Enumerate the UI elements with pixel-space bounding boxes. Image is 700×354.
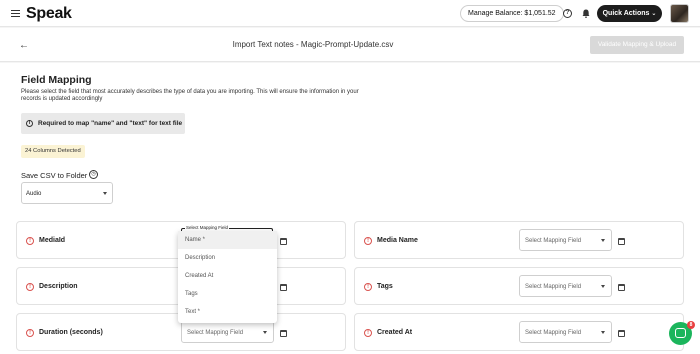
section-description: Please select the field that most accura… [21, 89, 359, 102]
field-name: MediaId [39, 237, 66, 244]
folder-select[interactable]: Audio [21, 182, 113, 204]
app-logo[interactable]: Speak [26, 5, 72, 23]
chat-unread-badge: 8 [687, 321, 695, 329]
menu-icon[interactable] [11, 10, 20, 18]
warning-icon: ! [364, 329, 372, 337]
mapping-select[interactable]: Select Mapping Field [519, 321, 612, 343]
manage-balance-button[interactable]: Manage Balance: $1,051.52 [460, 5, 564, 22]
field-row-created-at: ! Created At Select Mapping Field [354, 313, 684, 351]
chat-icon [675, 328, 686, 338]
mapping-select[interactable]: Select Mapping Field [519, 275, 612, 297]
dropdown-option[interactable]: Tags [178, 285, 277, 303]
import-header: ← Import Text notes - Magic-Prompt-Updat… [0, 28, 700, 62]
field-name: Description [39, 283, 78, 290]
validate-upload-button[interactable]: Validate Mapping & Upload [590, 36, 684, 54]
mapping-select[interactable]: Select Mapping Field [519, 229, 612, 251]
warning-icon: ! [26, 283, 34, 291]
caret-down-icon [601, 285, 605, 288]
active-select-label: Select Mapping Field [185, 225, 230, 230]
clock-icon[interactable]: ◷ [89, 170, 98, 179]
mapping-select-value: Select Mapping Field [525, 284, 582, 290]
mapping-select-value: Select Mapping Field [525, 238, 582, 244]
field-name: Duration (seconds) [39, 329, 103, 336]
dropdown-option[interactable]: Created At [178, 267, 277, 285]
warning-icon: ! [364, 237, 372, 245]
quick-actions-label: Quick Actions [602, 10, 650, 17]
notice-text: Required to map "name" and "text" for te… [38, 120, 183, 127]
caret-down-icon [601, 331, 605, 334]
quick-actions-button[interactable]: Quick Actions ⌄ [597, 5, 662, 22]
dropdown-option[interactable]: Text * [178, 303, 277, 321]
notification-bell-icon[interactable] [582, 9, 590, 18]
dropdown-option[interactable]: Description [178, 249, 277, 267]
calendar-icon[interactable] [280, 238, 287, 245]
info-icon: i [26, 120, 33, 127]
mapping-select-value: Select Mapping Field [187, 330, 244, 336]
save-csv-label: Save CSV to Folder [21, 171, 88, 180]
help-icon[interactable]: ? [563, 9, 572, 18]
caret-down-icon [263, 331, 267, 334]
caret-down-icon [601, 239, 605, 242]
chat-button[interactable]: 8 [669, 321, 695, 345]
calendar-icon[interactable] [618, 284, 625, 291]
warning-icon: ! [364, 283, 372, 291]
chevron-down-icon: ⌄ [651, 11, 657, 17]
top-navigation-bar: Speak Manage Balance: $1,051.52 ? Quick … [0, 0, 700, 27]
mapping-select-value: Select Mapping Field [525, 330, 582, 336]
section-title: Field Mapping [21, 74, 92, 86]
calendar-icon[interactable] [618, 330, 625, 337]
avatar[interactable] [670, 4, 689, 23]
field-mapping-panel: Field Mapping Please select the field th… [0, 63, 700, 354]
caret-down-icon [103, 192, 107, 195]
dropdown-option[interactable]: Name * [178, 231, 277, 249]
field-name: Media Name [377, 237, 418, 244]
mapping-select[interactable]: Select Mapping Field [181, 321, 274, 343]
field-row-tags: ! Tags Select Mapping Field [354, 267, 684, 305]
required-notice: i Required to map "name" and "text" for … [21, 113, 185, 134]
columns-detected-badge: 24 Columns Detected [21, 145, 85, 158]
field-row-media-name: ! Media Name Select Mapping Field [354, 221, 684, 259]
calendar-icon[interactable] [618, 238, 625, 245]
warning-icon: ! [26, 329, 34, 337]
field-name: Tags [377, 283, 393, 290]
page-title: Import Text notes - Magic-Prompt-Update.… [232, 40, 394, 49]
calendar-icon[interactable] [280, 284, 287, 291]
field-name: Created At [377, 329, 413, 336]
warning-icon: ! [26, 237, 34, 245]
mapping-dropdown-menu: Name * Description Created At Tags Text … [178, 231, 277, 323]
folder-value: Audio [26, 191, 42, 197]
calendar-icon[interactable] [280, 330, 287, 337]
